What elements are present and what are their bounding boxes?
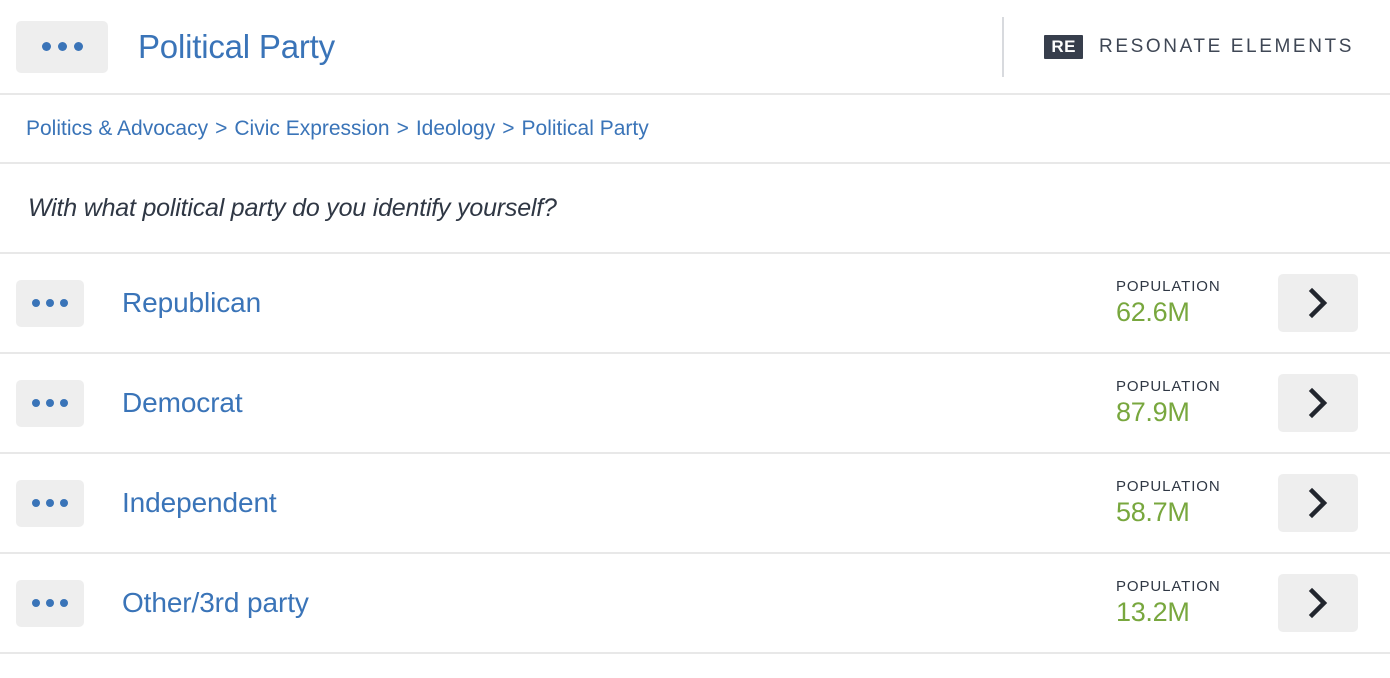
row-detail-button[interactable] xyxy=(1278,574,1358,632)
ellipsis-icon xyxy=(46,299,54,307)
ellipsis-icon xyxy=(32,399,40,407)
ellipsis-icon xyxy=(32,599,40,607)
row-menu-button[interactable] xyxy=(16,479,84,527)
row-metrics: POPULATION 62.6M xyxy=(1116,274,1358,332)
breadcrumb-item-1[interactable]: Politics & Advocacy xyxy=(26,117,208,141)
row-menu-button[interactable] xyxy=(16,279,84,327)
row-menu-button[interactable] xyxy=(16,579,84,627)
brand-name: RESONATE ELEMENTS xyxy=(1099,35,1354,57)
ellipsis-icon xyxy=(32,499,40,507)
population-value: 87.9M xyxy=(1116,396,1190,427)
row-label[interactable]: Other/3rd party xyxy=(122,587,309,619)
population-value: 58.7M xyxy=(1116,496,1190,527)
breadcrumb: Politics & Advocacy > Civic Expression >… xyxy=(0,95,1390,164)
ellipsis-icon xyxy=(60,399,68,407)
breadcrumb-separator: > xyxy=(396,116,409,140)
brand-mark-icon: RE xyxy=(1044,34,1083,59)
row-detail-button[interactable] xyxy=(1278,274,1358,332)
ellipsis-icon xyxy=(60,299,68,307)
chevron-right-icon xyxy=(1308,487,1328,519)
chevron-right-icon xyxy=(1308,287,1328,319)
table-row[interactable]: Independent POPULATION 58.7M xyxy=(0,454,1390,554)
brand-logo: RE RESONATE ELEMENTS xyxy=(1044,34,1354,59)
breadcrumb-separator: > xyxy=(215,116,228,140)
page-title: Political Party xyxy=(138,27,335,65)
breadcrumb-separator: > xyxy=(502,116,515,140)
row-detail-button[interactable] xyxy=(1278,374,1358,432)
row-menu-button[interactable] xyxy=(16,379,84,427)
row-detail-button[interactable] xyxy=(1278,474,1358,532)
population-value: 62.6M xyxy=(1116,296,1190,327)
ellipsis-icon xyxy=(57,42,67,51)
population-block: POPULATION 13.2M xyxy=(1116,578,1252,628)
chevron-right-icon xyxy=(1308,587,1328,619)
ellipsis-icon xyxy=(32,299,40,307)
population-label: POPULATION xyxy=(1116,278,1221,296)
table-row[interactable]: Other/3rd party POPULATION 13.2M xyxy=(0,554,1390,654)
population-label: POPULATION xyxy=(1116,478,1221,496)
population-label: POPULATION xyxy=(1116,578,1221,596)
breadcrumb-item-2[interactable]: Civic Expression xyxy=(234,117,389,141)
population-block: POPULATION 62.6M xyxy=(1116,278,1252,328)
ellipsis-icon xyxy=(46,499,54,507)
app-header: Political Party RE RESONATE ELEMENTS xyxy=(0,0,1390,95)
breadcrumb-item-3[interactable]: Ideology xyxy=(416,117,495,141)
ellipsis-icon xyxy=(73,42,83,51)
ellipsis-icon xyxy=(60,599,68,607)
ellipsis-icon xyxy=(41,42,51,51)
row-metrics: POPULATION 58.7M xyxy=(1116,474,1358,532)
row-label[interactable]: Independent xyxy=(122,487,277,519)
row-label[interactable]: Republican xyxy=(122,287,261,319)
page-root: Political Party RE RESONATE ELEMENTS Pol… xyxy=(0,0,1390,678)
answer-list: Republican POPULATION 62.6M Democrat POP… xyxy=(0,254,1390,654)
row-metrics: POPULATION 87.9M xyxy=(1116,374,1358,432)
ellipsis-icon xyxy=(46,599,54,607)
chevron-right-icon xyxy=(1308,387,1328,419)
population-label: POPULATION xyxy=(1116,378,1221,396)
population-block: POPULATION 58.7M xyxy=(1116,478,1252,528)
header-vertical-divider xyxy=(1002,16,1005,77)
row-label[interactable]: Democrat xyxy=(122,387,243,419)
ellipsis-icon xyxy=(60,499,68,507)
ellipsis-icon xyxy=(46,399,54,407)
header-menu-button[interactable] xyxy=(16,20,108,73)
table-row[interactable]: Republican POPULATION 62.6M xyxy=(0,254,1390,354)
table-row[interactable]: Democrat POPULATION 87.9M xyxy=(0,354,1390,454)
row-metrics: POPULATION 13.2M xyxy=(1116,574,1358,632)
breadcrumb-item-4[interactable]: Political Party xyxy=(522,117,649,141)
population-block: POPULATION 87.9M xyxy=(1116,378,1252,428)
header-brand-area: RE RESONATE ELEMENTS xyxy=(1002,0,1354,93)
question-bar: With what political party do you identif… xyxy=(0,164,1390,254)
population-value: 13.2M xyxy=(1116,596,1190,627)
question-text: With what political party do you identif… xyxy=(28,193,557,222)
